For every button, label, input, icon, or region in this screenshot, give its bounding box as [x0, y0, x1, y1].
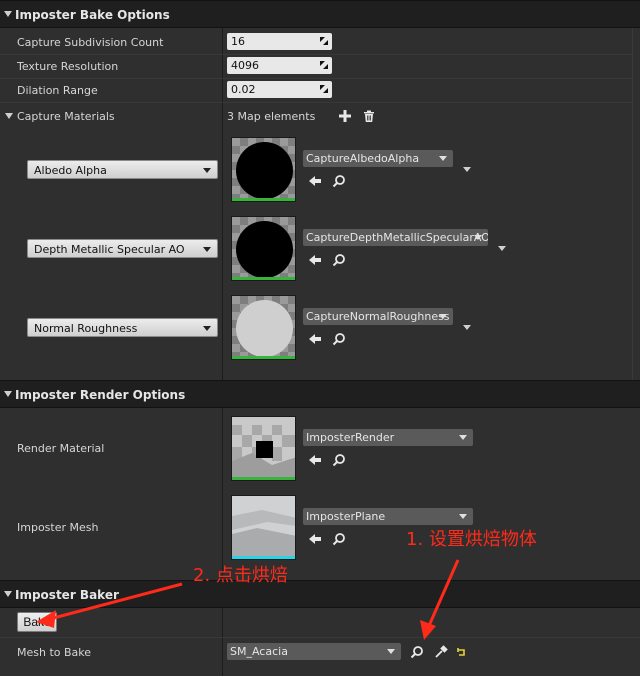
asset-type-bar	[232, 198, 295, 201]
plane-preview	[232, 496, 295, 559]
search-icon[interactable]	[410, 645, 424, 659]
render-material-thumbnail[interactable]	[231, 416, 296, 481]
reset-to-default-icon[interactable]	[455, 645, 469, 659]
capture-materials-label: Capture Materials	[17, 110, 115, 123]
asset-name: ImposterPlane	[306, 510, 386, 523]
collapse-arrow-icon	[4, 591, 12, 597]
map-key-dropdown-albedo[interactable]: Albedo Alpha	[27, 160, 218, 179]
asset-picker-dropdown[interactable]: CaptureNormalRoughness	[303, 308, 453, 325]
asset-picker-dropdown[interactable]: CaptureAlbedoAlpha	[303, 150, 453, 167]
row-separator	[0, 78, 640, 79]
collapse-arrow-icon	[4, 11, 12, 17]
map-key-label: Depth Metallic Specular AO	[34, 243, 185, 256]
bake-button[interactable]: Bake	[17, 612, 57, 632]
checker-plane-preview	[232, 417, 295, 480]
asset-type-bar	[232, 477, 295, 480]
asset-picker-dropdown[interactable]: CaptureDepthMetallicSpecularAO	[303, 229, 488, 246]
resize-grip-icon	[320, 37, 328, 45]
asset-name: CaptureNormalRoughness	[306, 310, 450, 323]
use-selected-arrow-icon[interactable]	[308, 532, 322, 546]
asset-picker-dropdown[interactable]: ImposterRender	[303, 429, 473, 446]
chevron-down-icon	[387, 649, 395, 654]
chevron-down-icon	[474, 235, 482, 240]
eyedropper-icon[interactable]	[434, 645, 448, 659]
section-title: Imposter Baker	[15, 588, 119, 602]
search-icon[interactable]	[332, 253, 346, 267]
column-divider	[222, 408, 223, 580]
sphere-preview	[236, 142, 293, 199]
subdivision-input[interactable]: 16	[227, 33, 332, 50]
use-selected-arrow-icon[interactable]	[308, 253, 322, 267]
search-icon[interactable]	[332, 332, 346, 346]
subdivision-value: 16	[231, 35, 245, 48]
asset-name: ImposterRender	[306, 431, 395, 444]
asset-type-bar	[232, 277, 295, 280]
bake-options-header[interactable]: Imposter Bake Options	[0, 0, 640, 28]
dilation-range-value: 0.02	[231, 83, 256, 96]
section-title: Imposter Bake Options	[15, 8, 170, 22]
expand-options-icon[interactable]	[463, 325, 471, 330]
map-key-dropdown-depth[interactable]: Depth Metallic Specular AO	[27, 239, 218, 258]
row-separator	[0, 54, 640, 55]
add-element-icon[interactable]	[338, 109, 352, 123]
asset-type-bar	[232, 556, 295, 559]
use-selected-arrow-icon[interactable]	[308, 174, 322, 188]
imposter-mesh-thumbnail[interactable]	[231, 495, 296, 560]
mesh-to-bake-dropdown[interactable]: SM_Acacia	[227, 643, 401, 660]
render-options-header[interactable]: Imposter Render Options	[0, 380, 640, 408]
baker-header[interactable]: Imposter Baker	[0, 580, 640, 608]
asset-picker-dropdown[interactable]: ImposterPlane	[303, 508, 473, 525]
section-title: Imposter Render Options	[15, 388, 186, 402]
row-separator	[0, 637, 640, 638]
texture-resolution-input[interactable]: 4096	[227, 57, 332, 74]
subdivision-label: Capture Subdivision Count	[17, 36, 164, 49]
search-icon[interactable]	[332, 453, 346, 467]
expand-options-icon[interactable]	[498, 246, 506, 251]
search-icon[interactable]	[332, 174, 346, 188]
map-elements-count: 3 Map elements	[227, 110, 316, 123]
dilation-range-input[interactable]: 0.02	[227, 81, 332, 98]
texture-resolution-value: 4096	[231, 59, 259, 72]
collapse-arrow-icon	[4, 391, 12, 397]
dilation-range-label: Dilation Range	[17, 84, 98, 97]
texture-resolution-label: Texture Resolution	[17, 60, 119, 73]
annotation-set-object: 1. 设置烘焙物体	[406, 529, 537, 550]
chevron-down-icon	[203, 247, 211, 252]
resize-grip-icon	[320, 61, 328, 69]
use-selected-arrow-icon[interactable]	[308, 332, 322, 346]
mesh-to-bake-label: Mesh to Bake	[17, 646, 92, 659]
material-thumbnail[interactable]	[231, 137, 296, 202]
asset-name: CaptureAlbedoAlpha	[306, 152, 420, 165]
column-divider	[222, 28, 223, 380]
sphere-preview	[236, 221, 293, 278]
chevron-down-icon	[459, 514, 467, 519]
trash-icon[interactable]	[362, 109, 376, 123]
map-key-label: Albedo Alpha	[34, 164, 107, 177]
row-separator	[0, 102, 640, 103]
search-icon[interactable]	[332, 532, 346, 546]
imposter-mesh-label: Imposter Mesh	[17, 521, 99, 534]
scrollbar[interactable]	[632, 28, 640, 380]
resize-grip-icon	[320, 85, 328, 93]
column-divider	[222, 608, 223, 676]
mesh-to-bake-value: SM_Acacia	[230, 645, 288, 658]
chevron-down-icon	[459, 435, 467, 440]
use-selected-arrow-icon[interactable]	[308, 453, 322, 467]
map-key-dropdown-normal[interactable]: Normal Roughness	[27, 318, 218, 337]
annotation-click-bake: 2. 点击烘焙	[193, 565, 288, 586]
asset-type-bar	[232, 356, 295, 359]
sphere-preview	[236, 300, 293, 357]
material-thumbnail[interactable]	[231, 295, 296, 360]
chevron-down-icon	[439, 156, 447, 161]
expand-arrow-icon[interactable]	[5, 113, 13, 119]
material-thumbnail[interactable]	[231, 216, 296, 281]
render-material-label: Render Material	[17, 442, 105, 455]
chevron-down-icon	[203, 326, 211, 331]
asset-name: CaptureDepthMetallicSpecularAO	[306, 231, 488, 244]
map-key-label: Normal Roughness	[34, 322, 138, 335]
chevron-down-icon	[203, 168, 211, 173]
expand-options-icon[interactable]	[463, 167, 471, 172]
chevron-down-icon	[439, 314, 447, 319]
